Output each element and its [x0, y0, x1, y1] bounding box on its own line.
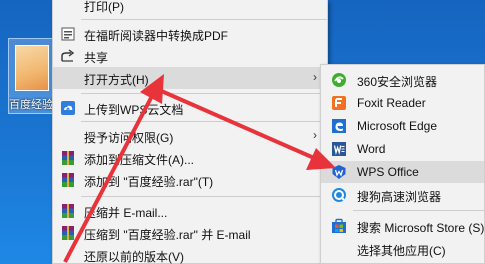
- menu-item-label: 上传到WPS云文档: [84, 103, 184, 117]
- menu-item-grant-access[interactable]: 授予访问权限(G) ›: [53, 125, 327, 147]
- menu-item-add-archive[interactable]: 添加到压缩文件(A)...: [53, 147, 327, 169]
- wps-cloud-icon: [60, 100, 76, 116]
- menu-item-label: 添加到压缩文件(A)...: [84, 153, 194, 167]
- desktop-file-icon[interactable]: 百度经验: [8, 38, 54, 114]
- menu-separator: [81, 196, 327, 197]
- submenu-item-label: WPS Office: [357, 165, 419, 179]
- menu-item-compress-rar-email[interactable]: 压缩到 "百度经验.rar" 并 E-mail: [53, 222, 327, 244]
- menu-item-label: 授予访问权限(G): [84, 131, 174, 145]
- foxit-reader-icon: [331, 95, 347, 111]
- edge-icon: [331, 118, 347, 134]
- winrar-icon: [60, 172, 76, 188]
- submenu-item-label: 搜狗高速浏览器: [357, 190, 442, 204]
- submenu-item-wps-office[interactable]: WPS Office: [321, 161, 484, 183]
- submenu-item-label: 选择其他应用(C): [357, 244, 446, 258]
- winrar-icon: [60, 150, 76, 166]
- chevron-right-icon: ›: [313, 128, 317, 142]
- menu-item-label: 添加到 "百度经验.rar"(T): [84, 175, 214, 189]
- submenu-item-foxit-reader[interactable]: Foxit Reader: [321, 92, 484, 114]
- submenu-item-sogou-browser[interactable]: 搜狗高速浏览器: [321, 184, 484, 206]
- menu-item-foxit-convert[interactable]: 在福昕阅读器中转换成PDF: [53, 23, 327, 45]
- submenu-item-label: 搜索 Microsoft Store (S): [357, 221, 485, 235]
- submenu-item-label: Microsoft Edge: [357, 119, 438, 133]
- menu-item-share[interactable]: 共享: [53, 45, 327, 67]
- menu-item-label: 还原以前的版本(V): [84, 250, 184, 264]
- submenu-item-label: Word: [357, 142, 386, 156]
- menu-item-print[interactable]: 打印(P): [53, 0, 327, 16]
- submenu-item-choose-other-app[interactable]: 选择其他应用(C): [321, 238, 484, 260]
- menu-item-upload-wps[interactable]: 上传到WPS云文档: [53, 97, 327, 119]
- file-thumbnail: [15, 45, 49, 91]
- menu-separator: [81, 121, 327, 122]
- menu-separator: [81, 19, 327, 20]
- menu-item-label: 打开方式(H): [84, 73, 149, 87]
- open-with-submenu: 360安全浏览器 Foxit Reader Microsoft Edge Wor…: [320, 64, 485, 264]
- submenu-item-search-store[interactable]: 搜索 Microsoft Store (S): [321, 215, 484, 237]
- menu-separator: [81, 93, 327, 94]
- menu-item-label: 在福昕阅读器中转换成PDF: [84, 29, 229, 43]
- menu-item-label: 压缩到 "百度经验.rar" 并 E-mail: [84, 228, 251, 242]
- submenu-item-microsoft-edge[interactable]: Microsoft Edge: [321, 115, 484, 137]
- winrar-icon: [60, 203, 76, 219]
- submenu-item-label: Foxit Reader: [357, 96, 426, 110]
- store-icon: [331, 218, 347, 234]
- winrar-icon: [60, 225, 76, 241]
- pdf-convert-icon: [60, 26, 76, 42]
- submenu-item-word[interactable]: Word: [321, 138, 484, 160]
- chevron-right-icon: ›: [313, 70, 317, 84]
- menu-item-open-with[interactable]: 打开方式(H) ›: [53, 67, 327, 89]
- wps-office-icon: [331, 164, 347, 180]
- 360-browser-icon: [331, 72, 347, 88]
- menu-item-label: 压缩并 E-mail...: [84, 206, 168, 220]
- sogou-browser-icon: [331, 187, 347, 203]
- context-menu: 打印(P) 在福昕阅读器中转换成PDF 共享 打开方式(H) › 上传到WPS云…: [52, 0, 328, 264]
- word-icon: [331, 141, 347, 157]
- submenu-item-360-browser[interactable]: 360安全浏览器: [321, 69, 484, 91]
- share-icon: [60, 48, 76, 64]
- menu-item-compress-email[interactable]: 压缩并 E-mail...: [53, 200, 327, 222]
- menu-item-label: 共享: [84, 51, 109, 65]
- menu-item-label: 打印(P): [84, 0, 124, 14]
- menu-item-restore-version[interactable]: 还原以前的版本(V): [53, 244, 327, 264]
- menu-item-add-rar[interactable]: 添加到 "百度经验.rar"(T): [53, 169, 327, 191]
- submenu-separator: [353, 210, 484, 211]
- submenu-item-label: 360安全浏览器: [357, 75, 438, 89]
